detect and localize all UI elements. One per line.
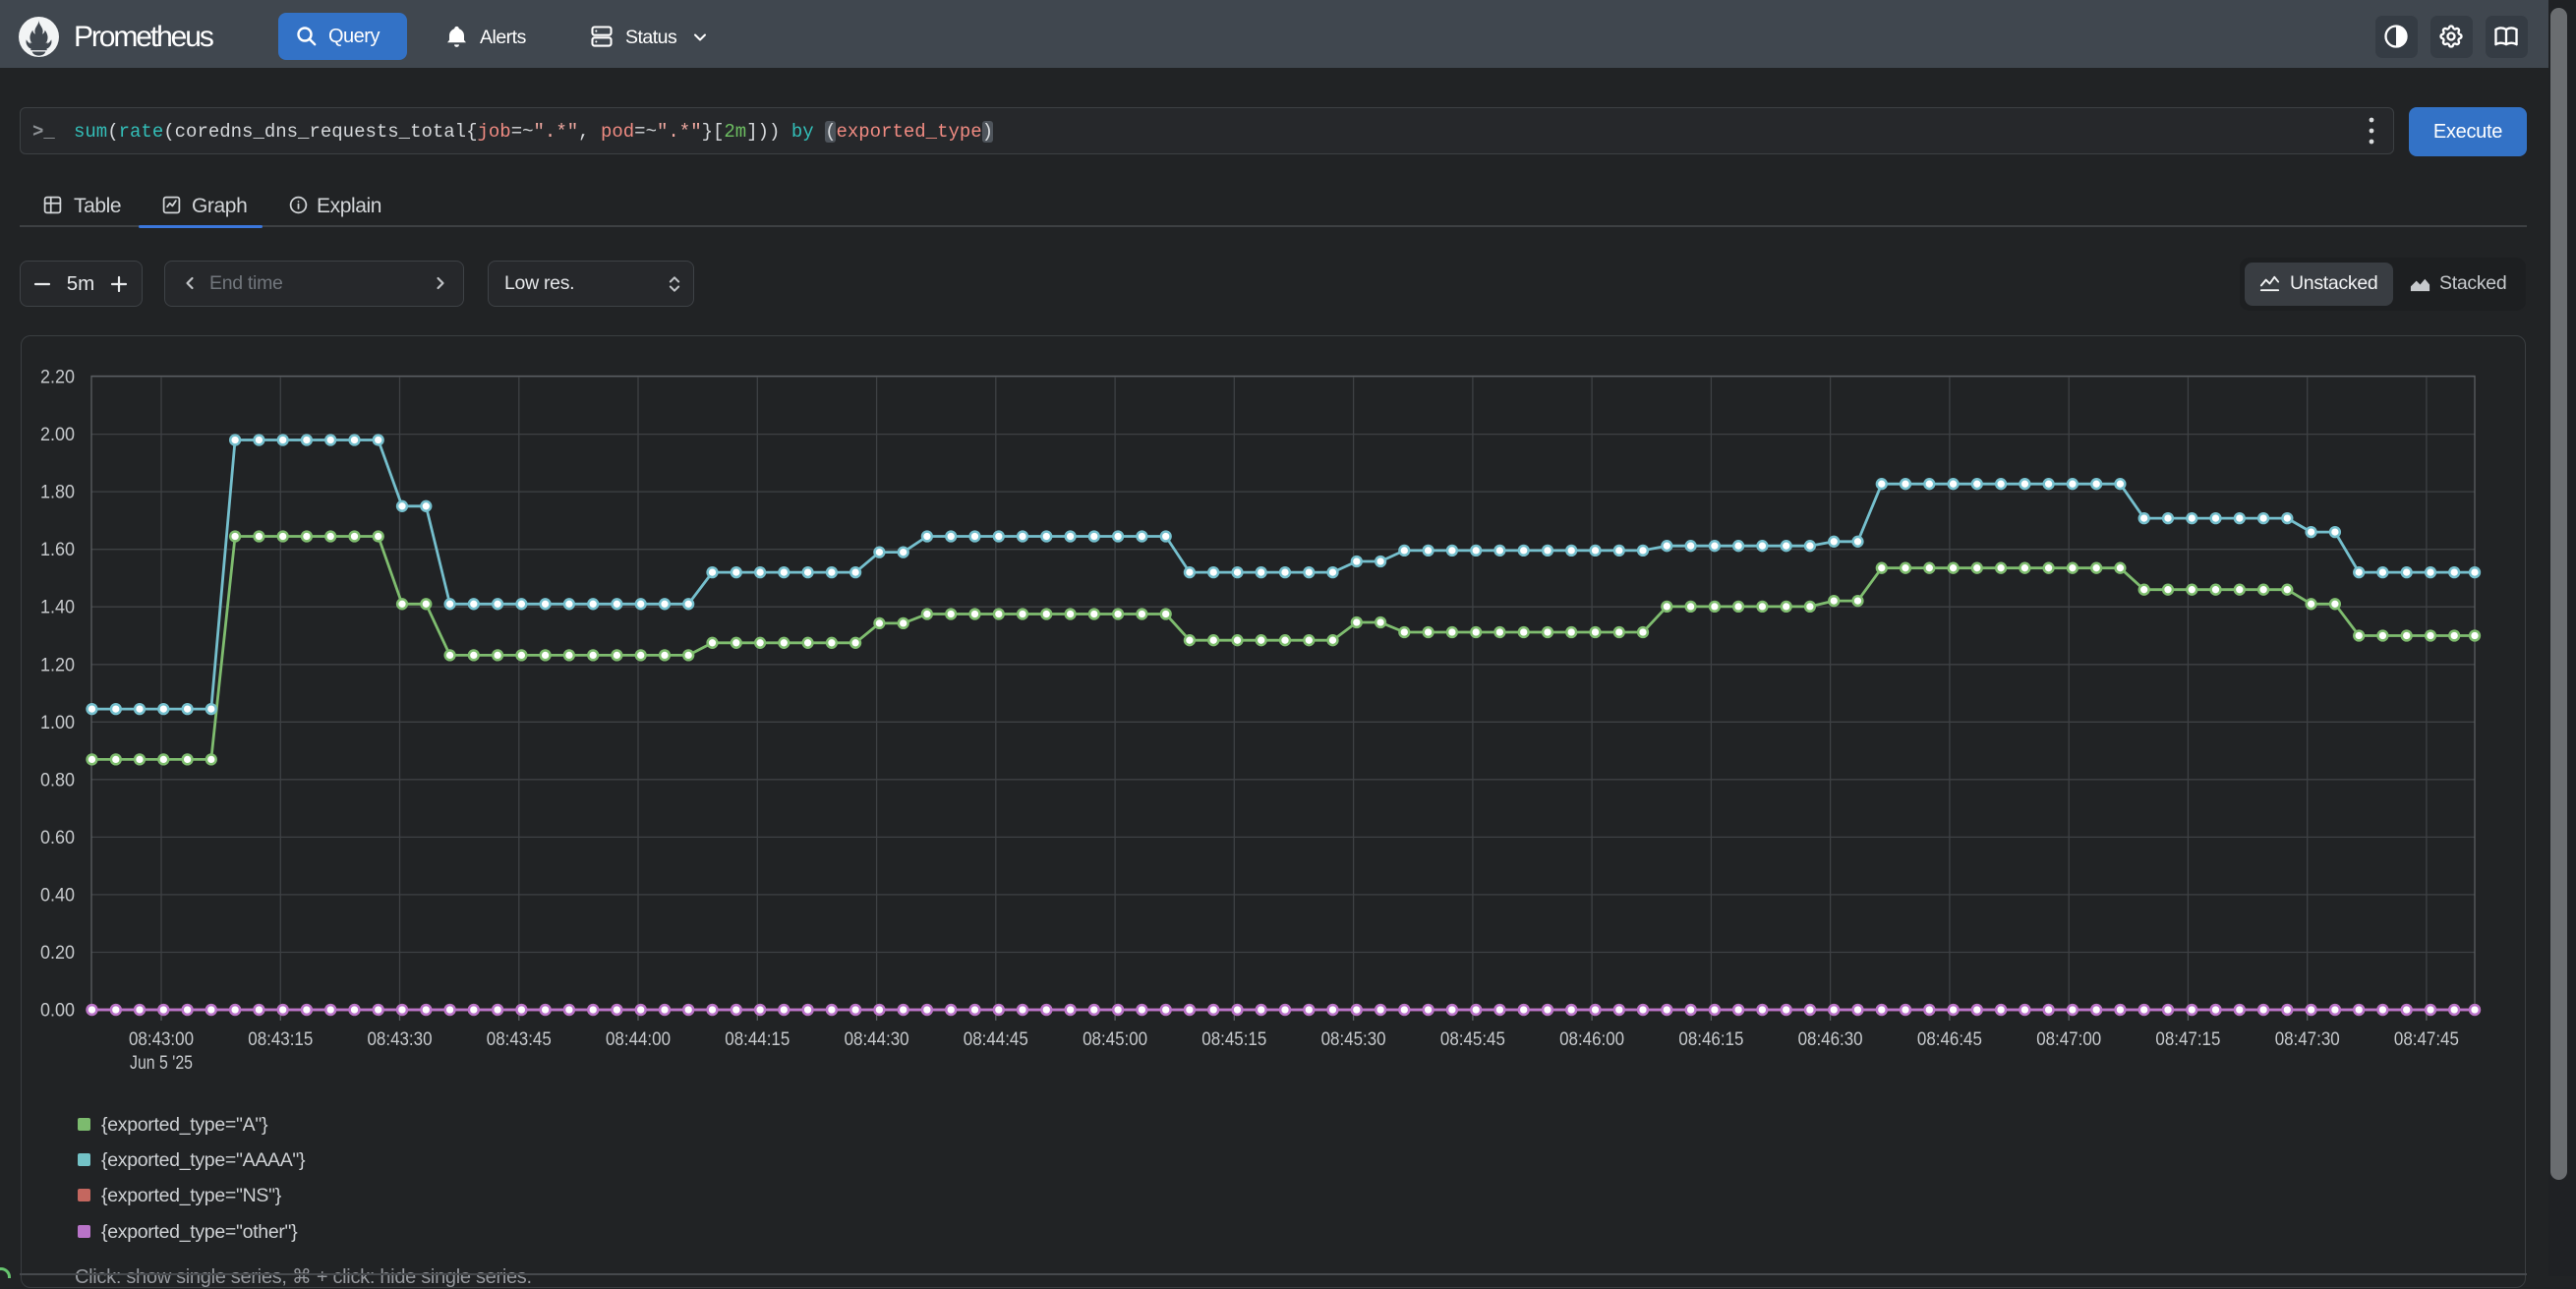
svg-text:08:46:00: 08:46:00 <box>1559 1029 1624 1050</box>
svg-text:2.20: 2.20 <box>40 368 75 388</box>
svg-text:0.00: 0.00 <box>40 1001 75 1022</box>
svg-text:08:46:30: 08:46:30 <box>1798 1029 1863 1050</box>
svg-text:08:44:15: 08:44:15 <box>725 1029 790 1050</box>
svg-text:1.00: 1.00 <box>40 713 75 733</box>
svg-text:08:43:15: 08:43:15 <box>248 1029 313 1050</box>
svg-text:0.60: 0.60 <box>40 828 75 849</box>
svg-text:08:45:30: 08:45:30 <box>1321 1029 1386 1050</box>
svg-text:1.80: 1.80 <box>40 483 75 503</box>
svg-text:0.80: 0.80 <box>40 770 75 791</box>
svg-text:08:44:00: 08:44:00 <box>606 1029 671 1050</box>
svg-text:08:43:00: 08:43:00 <box>129 1029 194 1050</box>
svg-text:2.00: 2.00 <box>40 425 75 445</box>
svg-text:1.60: 1.60 <box>40 540 75 560</box>
svg-text:08:45:15: 08:45:15 <box>1201 1029 1266 1050</box>
svg-text:08:44:45: 08:44:45 <box>964 1029 1028 1050</box>
svg-text:08:43:30: 08:43:30 <box>368 1029 433 1050</box>
svg-text:08:47:30: 08:47:30 <box>2275 1029 2340 1050</box>
svg-text:08:47:00: 08:47:00 <box>2036 1029 2101 1050</box>
svg-text:1.20: 1.20 <box>40 655 75 675</box>
svg-text:08:43:45: 08:43:45 <box>487 1029 552 1050</box>
svg-text:08:47:45: 08:47:45 <box>2394 1029 2459 1050</box>
svg-text:1.40: 1.40 <box>40 598 75 618</box>
svg-text:08:46:45: 08:46:45 <box>1917 1029 1982 1050</box>
svg-text:0.40: 0.40 <box>40 885 75 906</box>
svg-text:08:45:45: 08:45:45 <box>1440 1029 1505 1050</box>
svg-text:08:46:15: 08:46:15 <box>1678 1029 1743 1050</box>
svg-text:Jun 5 '25: Jun 5 '25 <box>130 1053 193 1074</box>
svg-text:08:45:00: 08:45:00 <box>1083 1029 1147 1050</box>
svg-text:08:47:15: 08:47:15 <box>2155 1029 2220 1050</box>
svg-text:08:44:30: 08:44:30 <box>845 1029 909 1050</box>
svg-text:0.20: 0.20 <box>40 943 75 964</box>
